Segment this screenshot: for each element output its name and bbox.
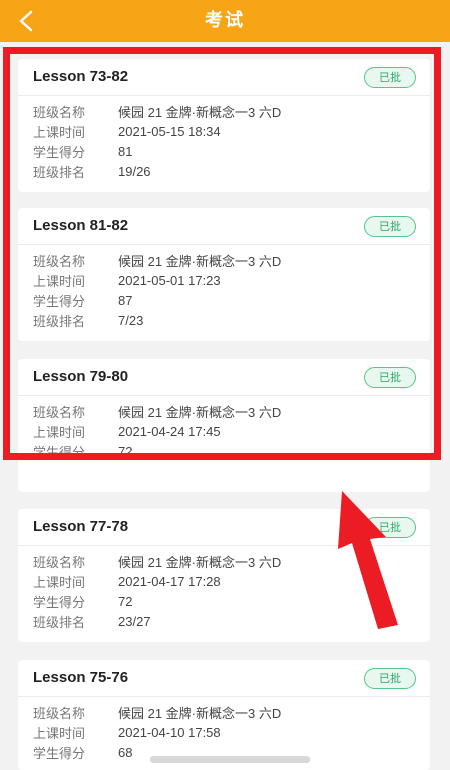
class-time-value: 2021-04-10 17:58 (118, 724, 221, 740)
score-label: 学生得分 (33, 145, 86, 161)
class-name-row: 班级名称 候园 21 金牌·新概念一3 六D (33, 702, 281, 722)
class-name-value: 候园 21 金牌·新概念一3 六D (118, 404, 282, 420)
exam-card[interactable]: Lesson 73-82 已批 班级名称 候园 21 金牌·新概念一3 六D 上课… (18, 59, 430, 192)
class-time-value: 2021-04-24 17:45 (118, 423, 221, 439)
card-header: Lesson 81-82 已批 (18, 208, 430, 245)
exam-card[interactable]: Lesson 79-80 已批 班级名称 候园 21 金牌·新概念一3 六D 上课… (18, 359, 430, 492)
card-header: Lesson 73-82 已批 (18, 59, 430, 96)
class-name-value: 候园 21 金牌·新概念一3 六D (118, 554, 282, 570)
rank-value: 23/27 (118, 613, 151, 629)
class-time-value: 2021-05-15 18:34 (118, 123, 221, 139)
page-title: 考试 (205, 10, 245, 31)
score-value: 68 (118, 744, 133, 760)
class-time-row: 上课时间 2021-04-17 17:28 (33, 571, 281, 591)
class-name-label: 班级名称 (33, 706, 86, 722)
class-time-label: 上课时间 (33, 575, 86, 591)
class-time-row: 上课时间 2021-05-15 18:34 (33, 121, 281, 141)
class-name-row: 班级名称 候园 21 金牌·新概念一3 六D (33, 250, 281, 270)
score-row: 学生得分 72 (33, 591, 281, 611)
rank-value: 7/23 (118, 312, 144, 328)
class-name-row: 班级名称 候园 21 金牌·新概念一3 六D (33, 551, 281, 571)
score-label: 学生得分 (33, 746, 86, 762)
class-time-row: 上课时间 2021-04-24 17:45 (33, 421, 281, 441)
score-value: 87 (118, 292, 133, 308)
exam-card[interactable]: Lesson 81-82 已批 班级名称 候园 21 金牌·新概念一3 六D 上课… (18, 208, 430, 341)
status-badge: 已批 (364, 67, 416, 88)
score-label: 学生得分 (33, 445, 86, 461)
lesson-title: Lesson 77-78 (33, 518, 129, 535)
rank-label: 班级排名 (33, 314, 86, 330)
status-badge: 已批 (364, 367, 416, 388)
exam-card[interactable]: Lesson 75-76 已批 班级名称 候园 21 金牌·新概念一3 六D 上课… (18, 660, 430, 770)
class-time-label: 上课时间 (33, 425, 86, 441)
exam-list[interactable]: Lesson 73-82 已批 班级名称 候园 21 金牌·新概念一3 六D 上课… (0, 42, 450, 770)
card-header: Lesson 75-76 已批 (18, 660, 430, 697)
class-name-label: 班级名称 (33, 254, 86, 270)
score-value: 72 (118, 443, 133, 459)
score-row: 学生得分 81 (33, 141, 281, 161)
class-time-label: 上课时间 (33, 274, 86, 290)
class-name-label: 班级名称 (33, 105, 86, 121)
lesson-title: Lesson 73-82 (33, 68, 129, 85)
score-label: 学生得分 (33, 294, 86, 310)
rank-row: 班级排名 23/27 (33, 611, 281, 631)
class-name-value: 候园 21 金牌·新概念一3 六D (118, 104, 282, 120)
class-name-label: 班级名称 (33, 405, 86, 421)
status-badge: 已批 (364, 668, 416, 689)
lesson-title: Lesson 75-76 (33, 669, 129, 686)
class-name-row: 班级名称 候园 21 金牌·新概念一3 六D (33, 401, 281, 421)
score-value: 72 (118, 593, 133, 609)
class-time-label: 上课时间 (33, 125, 86, 141)
class-name-label: 班级名称 (33, 555, 86, 571)
scroll-indicator (150, 756, 310, 763)
score-row: 学生得分 72 (33, 441, 281, 461)
class-time-label: 上课时间 (33, 726, 86, 742)
lesson-title: Lesson 79-80 (33, 368, 129, 385)
class-time-row: 上课时间 2021-04-10 17:58 (33, 722, 281, 742)
score-value: 81 (118, 143, 133, 159)
rank-row: 班级排名 19/26 (33, 161, 281, 181)
score-row: 学生得分 87 (33, 290, 281, 310)
card-header: Lesson 79-80 已批 (18, 359, 430, 396)
rank-label: 班级排名 (33, 165, 86, 181)
rank-value: 19/26 (118, 163, 151, 179)
red-arrow-annotation (338, 491, 398, 629)
class-name-row: 班级名称 候园 21 金牌·新概念一3 六D (33, 101, 281, 121)
lesson-title: Lesson 81-82 (33, 217, 129, 234)
rank-row: 班级排名 7/23 (33, 310, 281, 330)
score-label: 学生得分 (33, 595, 86, 611)
class-name-value: 候园 21 金牌·新概念一3 六D (118, 253, 282, 269)
rank-label: 班级排名 (33, 615, 86, 631)
class-name-value: 候园 21 金牌·新概念一3 六D (118, 705, 282, 721)
app-bar: 考试 (0, 0, 450, 42)
status-badge: 已批 (364, 216, 416, 237)
class-time-value: 2021-04-17 17:28 (118, 573, 221, 589)
class-time-value: 2021-05-01 17:23 (118, 272, 221, 288)
class-time-row: 上课时间 2021-05-01 17:23 (33, 270, 281, 290)
